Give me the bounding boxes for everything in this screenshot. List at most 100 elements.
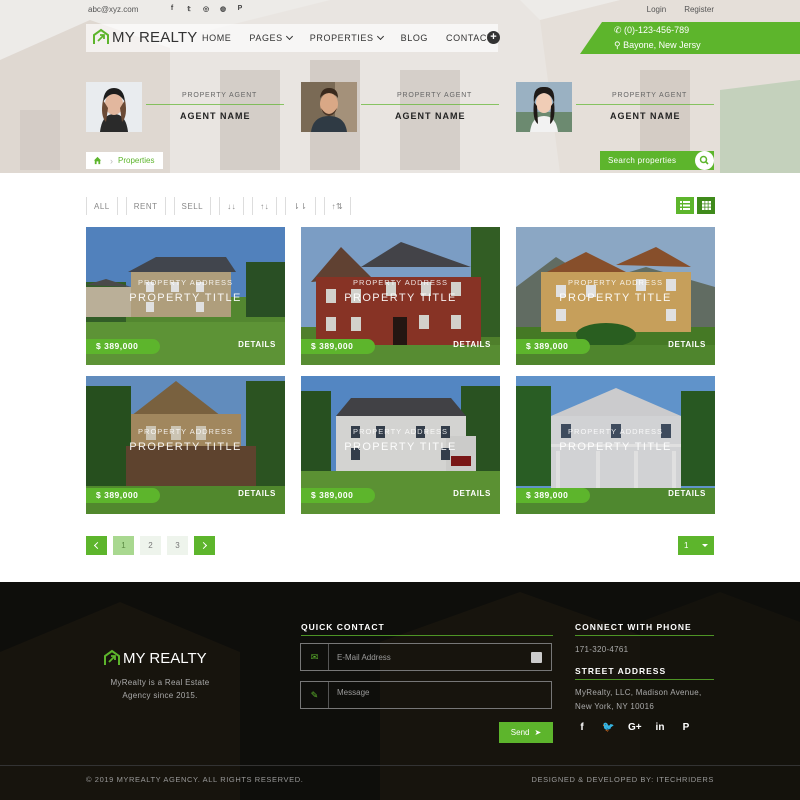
instagram-icon[interactable]: ◎ [202, 5, 210, 13]
property-title[interactable]: PROPERTY TITLE [516, 292, 715, 304]
pinterest-icon[interactable]: P [680, 722, 692, 733]
nav-properties[interactable]: PROPERTIES [309, 32, 384, 43]
details-link[interactable]: DETAILS [238, 340, 276, 349]
property-title[interactable]: PROPERTY TITLE [301, 292, 500, 304]
message-field[interactable]: ✎ Message [300, 681, 552, 709]
agent-photo [86, 82, 142, 132]
chevron-left-icon [93, 541, 102, 550]
agent-card[interactable]: PROPERTY AGENT AGENT NAME [301, 82, 501, 134]
property-address: PROPERTY ADDRESS [568, 278, 663, 287]
chevron-down-icon [285, 32, 293, 41]
property-card[interactable]: PROPERTY ADDRESS PROPERTY TITLE $ 389,00… [516, 227, 715, 365]
login-link[interactable]: Login [647, 5, 667, 14]
site-logo[interactable]: MY REALTY [92, 28, 197, 46]
sort-price-icon[interactable]: ⇂⇂ [285, 197, 316, 215]
filter-rent[interactable]: RENT [125, 197, 166, 215]
nav-blog[interactable]: BLOG [401, 33, 428, 43]
property-title[interactable]: PROPERTY TITLE [86, 441, 285, 453]
property-filters: ALL RENT SELL ↓↓ ↑↓ ⇂⇂ ↑⇅ [86, 197, 352, 215]
nav-menu: HOME PAGES PROPERTIES BLOG CONTACT [202, 32, 493, 43]
property-address: PROPERTY ADDRESS [353, 427, 448, 436]
property-title[interactable]: PROPERTY TITLE [301, 441, 500, 453]
property-card[interactable]: PROPERTY ADDRESS PROPERTY TITLE $ 389,00… [516, 376, 715, 514]
address-card-icon [531, 652, 542, 663]
linkedin-icon[interactable]: in [654, 722, 666, 733]
sort-desc-icon[interactable]: ↓↓ [219, 197, 245, 215]
footer-phone[interactable]: 171-320-4761 [575, 645, 628, 654]
nav-properties-label: PROPERTIES [309, 33, 374, 43]
agent-name: AGENT NAME [610, 111, 681, 121]
page-button[interactable]: 3 [167, 536, 188, 555]
header-phone[interactable]: ✆ (0)-123-456-789 [614, 25, 689, 36]
search-properties-button[interactable]: Search properties [600, 151, 714, 170]
property-price: $ 389,000 [516, 339, 590, 354]
next-page-button[interactable] [194, 536, 215, 555]
email-field[interactable]: ✉ E-Mail Address [300, 643, 552, 671]
details-link[interactable]: DETAILS [668, 340, 706, 349]
heading-underline [575, 679, 714, 680]
property-title[interactable]: PROPERTY TITLE [86, 292, 285, 304]
filter-all[interactable]: ALL [86, 197, 118, 215]
property-price: $ 389,000 [86, 339, 160, 354]
nav-pages[interactable]: PAGES [249, 32, 293, 43]
chevron-down-icon [376, 32, 384, 41]
heading-underline [301, 635, 553, 636]
connect-phone-heading: CONNECT WITH PHONE [575, 622, 692, 632]
property-price: $ 389,000 [516, 488, 590, 503]
agent-role: PROPERTY AGENT [182, 92, 258, 99]
nav-home[interactable]: HOME [202, 33, 231, 43]
send-button[interactable]: Send ➤ [499, 722, 553, 743]
details-link[interactable]: DETAILS [668, 489, 706, 498]
paper-plane-icon: ➤ [534, 728, 542, 737]
property-card[interactable]: PROPERTY ADDRESS PROPERTY TITLE $ 389,00… [301, 376, 500, 514]
agent-card[interactable]: PROPERTY AGENT AGENT NAME [86, 82, 286, 134]
agent-divider [576, 104, 714, 105]
details-link[interactable]: DETAILS [453, 489, 491, 498]
property-card[interactable]: PROPERTY ADDRESS PROPERTY TITLE $ 389,00… [301, 227, 500, 365]
quick-contact-heading: QUICK CONTACT [301, 622, 385, 632]
grid-view-icon[interactable] [697, 197, 715, 214]
footer-logo-text: MY REALTY [123, 649, 207, 667]
facebook-icon[interactable]: f [576, 722, 588, 733]
envelope-icon: ✉ [301, 644, 329, 670]
footer-divider [0, 765, 800, 766]
nav-contact[interactable]: CONTACT [446, 33, 493, 43]
twitter-icon[interactable]: 🐦 [602, 722, 614, 733]
property-card[interactable]: PROPERTY ADDRESS PROPERTY TITLE $ 389,00… [86, 227, 285, 365]
footer-logo[interactable]: MY REALTY [103, 649, 207, 667]
property-address: PROPERTY ADDRESS [353, 278, 448, 287]
sort-toggle-icon[interactable]: ↑↓ [252, 197, 278, 215]
agent-photo [301, 82, 357, 132]
top-bar: abc@xyz.com f 𝕥 ◎ ◍ P Login Register [88, 4, 714, 18]
address-text: Bayone, New Jersy [623, 40, 701, 50]
list-view-icon[interactable] [676, 197, 694, 214]
top-email[interactable]: abc@xyz.com [88, 5, 138, 14]
property-price: $ 389,000 [301, 339, 375, 354]
footer-about: MyRealty is a Real Estate Agency since 2… [110, 678, 210, 700]
contact-banner: ✆ (0)-123-456-789 ⚲ Bayone, New Jersy [580, 22, 800, 54]
details-link[interactable]: DETAILS [453, 340, 491, 349]
twitter-icon[interactable]: 𝕥 [185, 5, 193, 13]
chevron-right-icon [199, 541, 208, 550]
register-link[interactable]: Register [684, 5, 714, 14]
google-plus-icon[interactable]: G+ [628, 722, 642, 733]
facebook-icon[interactable]: f [168, 5, 176, 13]
dribbble-icon[interactable]: ◍ [219, 5, 227, 13]
page-button[interactable]: 1 [113, 536, 134, 555]
pinterest-icon[interactable]: P [236, 5, 244, 13]
agent-card[interactable]: PROPERTY AGENT AGENT NAME [516, 82, 716, 134]
filter-sell[interactable]: SELL [173, 197, 212, 215]
property-card[interactable]: PROPERTY ADDRESS PROPERTY TITLE $ 389,00… [86, 376, 285, 514]
page-button[interactable]: 2 [140, 536, 161, 555]
details-link[interactable]: DETAILS [238, 489, 276, 498]
breadcrumb-current: Properties [118, 156, 155, 165]
agent-role: PROPERTY AGENT [612, 92, 688, 99]
page-select[interactable]: 1 [678, 536, 714, 555]
plus-circle-icon[interactable]: + [487, 31, 500, 44]
site-footer: MY REALTY MyRealty is a Real Estate Agen… [0, 582, 800, 800]
search-icon[interactable] [695, 151, 714, 170]
sort-asc-icon[interactable]: ↑⇅ [323, 197, 352, 215]
prev-page-button[interactable] [86, 536, 107, 555]
property-title[interactable]: PROPERTY TITLE [516, 441, 715, 453]
home-icon[interactable] [90, 153, 104, 168]
